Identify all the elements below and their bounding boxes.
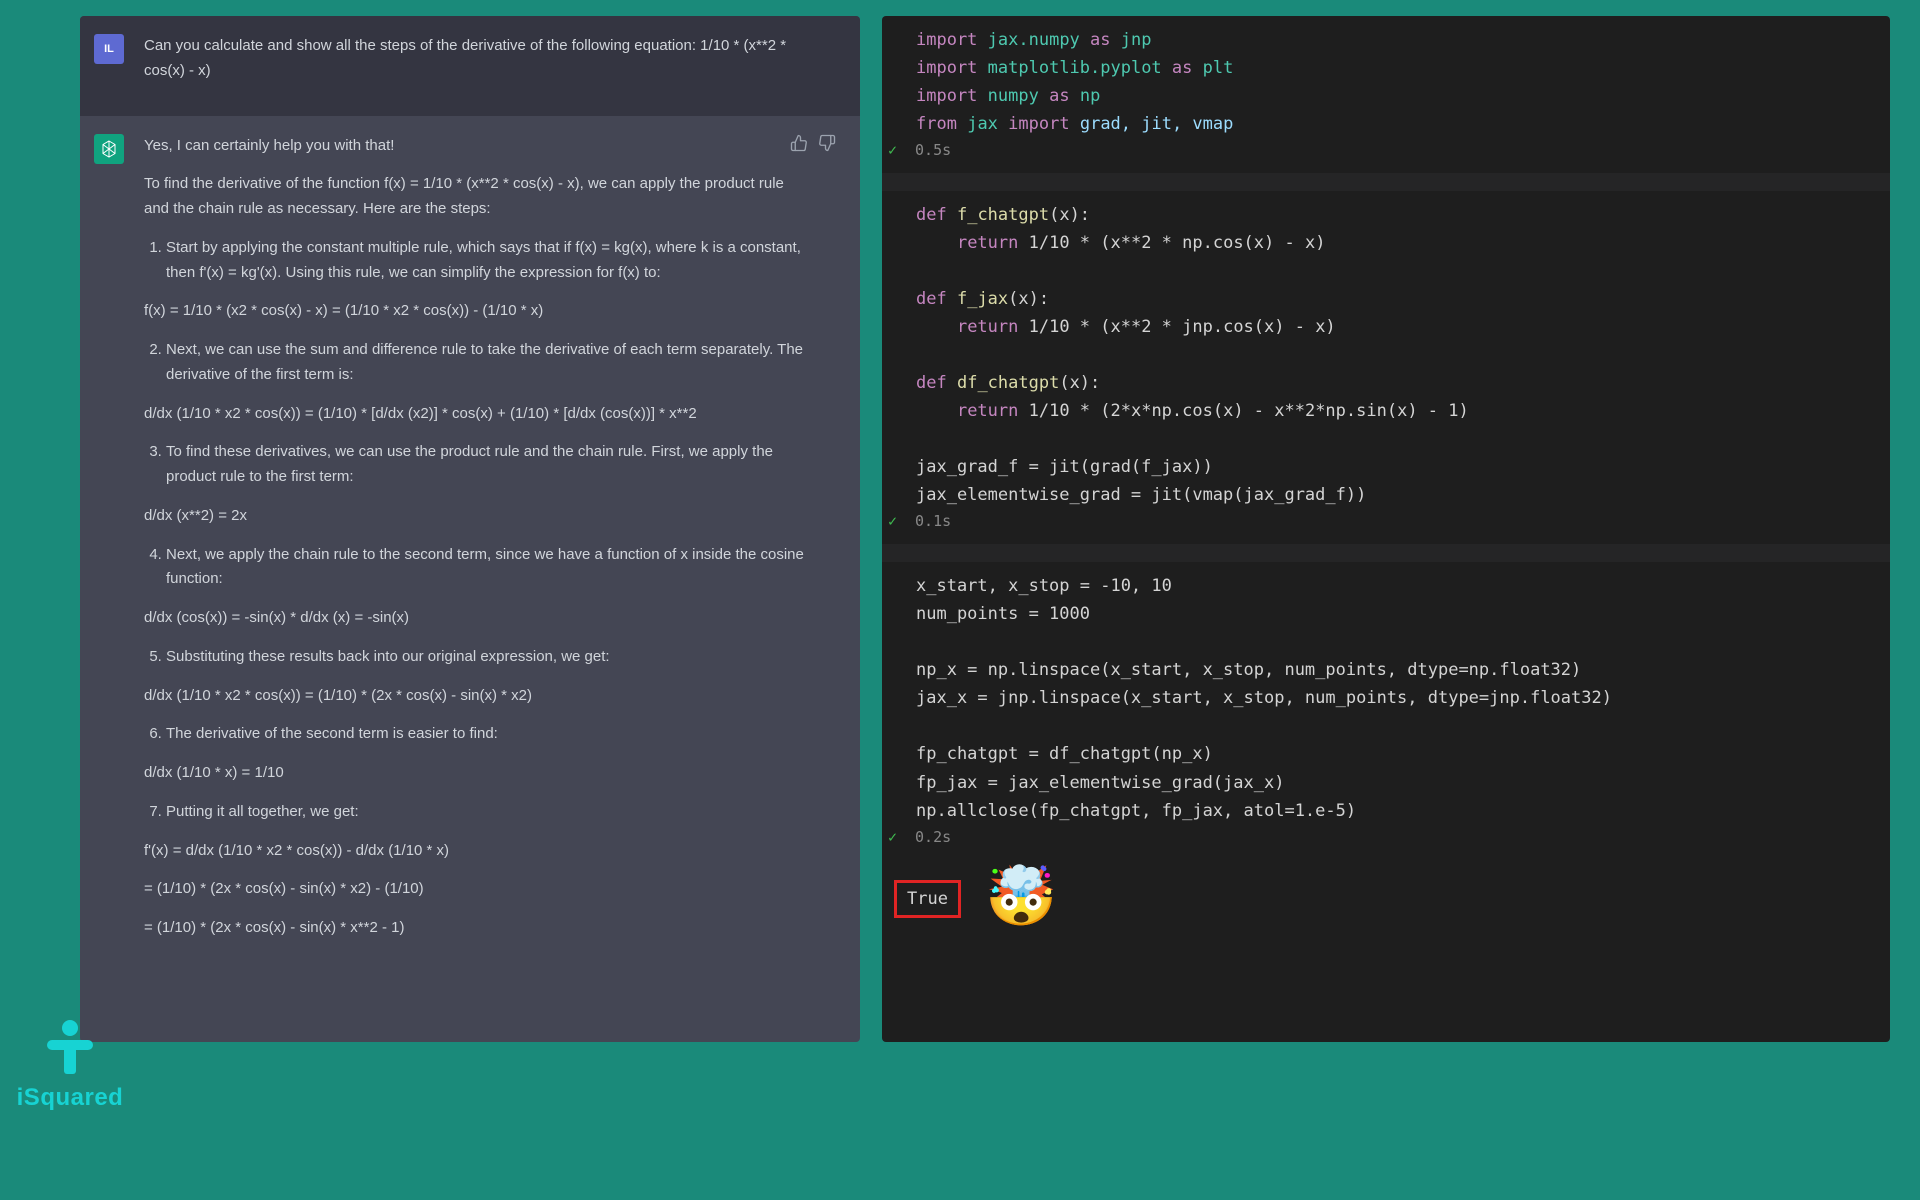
equation-1: f(x) = 1/10 * (x2 * cos(x) - x) = (1/10 …	[144, 299, 806, 324]
code-cell-2[interactable]: def f_chatgpt(x): return 1/10 * (x**2 * …	[882, 173, 1890, 544]
equation-6: d/dx (1/10 * x) = 1/10	[144, 761, 806, 786]
step-4: Next, we apply the chain rule to the sec…	[166, 543, 806, 593]
step-7: Putting it all together, we get:	[166, 800, 806, 825]
chat-user-message: IL Can you calculate and show all the st…	[80, 16, 860, 116]
ai-message-body: Yes, I can certainly help you with that!…	[144, 134, 836, 955]
check-icon: ✓	[888, 138, 897, 163]
step-2: Next, we can use the sum and difference …	[166, 338, 806, 388]
ai-find-para: To find the derivative of the function f…	[144, 172, 806, 222]
code-cell-3[interactable]: x_start, x_stop = -10, 10 num_points = 1…	[882, 544, 1890, 955]
thumbs-up-icon[interactable]	[790, 134, 808, 161]
ai-avatar	[94, 134, 124, 164]
mind-blown-emoji-icon: 🤯	[985, 849, 1057, 945]
user-message-text: Can you calculate and show all the steps…	[144, 34, 836, 98]
watermark: iSquared	[10, 1020, 130, 1112]
watermark-figure-icon	[45, 1020, 95, 1080]
code-cell-3-source: x_start, x_stop = -10, 10 num_points = 1…	[916, 572, 1856, 824]
cell-1-time: 0.5s	[915, 138, 951, 163]
equation-5: d/dx (1/10 * x2 * cos(x)) = (1/10) * (2x…	[144, 684, 806, 709]
chat-panel: IL Can you calculate and show all the st…	[80, 16, 860, 1042]
step-3: To find these derivatives, we can use th…	[166, 440, 806, 490]
ai-intro: Yes, I can certainly help you with that!	[144, 134, 806, 159]
equation-7a: f'(x) = d/dx (1/10 * x2 * cos(x)) - d/dx…	[144, 839, 806, 864]
code-cell-1-source: import jax.numpy as jnp import matplotli…	[916, 26, 1856, 138]
equation-3: d/dx (x**2) = 2x	[144, 504, 806, 529]
step-5: Substituting these results back into our…	[166, 645, 806, 670]
step-1: Start by applying the constant multiple …	[166, 236, 806, 286]
equation-7c: = (1/10) * (2x * cos(x) - sin(x) * x**2 …	[144, 916, 806, 941]
cell-3-time: 0.2s	[915, 825, 951, 850]
step-6: The derivative of the second term is eas…	[166, 722, 806, 747]
watermark-label: iSquared	[10, 1084, 130, 1112]
check-icon: ✓	[888, 825, 897, 850]
code-cell-2-source: def f_chatgpt(x): return 1/10 * (x**2 * …	[916, 201, 1856, 510]
cell-3-status: ✓ 0.2s	[888, 825, 1856, 850]
cell-2-status: ✓ 0.1s	[888, 509, 1856, 534]
cell-3-output: True	[894, 880, 961, 918]
user-avatar: IL	[94, 34, 124, 64]
code-cell-1[interactable]: import jax.numpy as jnp import matplotli…	[882, 16, 1890, 173]
equation-7b: = (1/10) * (2x * cos(x) - sin(x) * x2) -…	[144, 877, 806, 902]
cell-2-time: 0.1s	[915, 509, 951, 534]
cell-1-status: ✓ 0.5s	[888, 138, 1856, 163]
equation-2: d/dx (1/10 * x2 * cos(x)) = (1/10) * [d/…	[144, 402, 806, 427]
equation-4: d/dx (cos(x)) = -sin(x) * d/dx (x) = -si…	[144, 606, 806, 631]
code-panel: import jax.numpy as jnp import matplotli…	[882, 16, 1890, 1042]
chat-ai-message: Yes, I can certainly help you with that!…	[80, 116, 860, 973]
feedback-icon-group	[790, 134, 836, 161]
thumbs-down-icon[interactable]	[818, 134, 836, 161]
check-icon: ✓	[888, 509, 897, 534]
